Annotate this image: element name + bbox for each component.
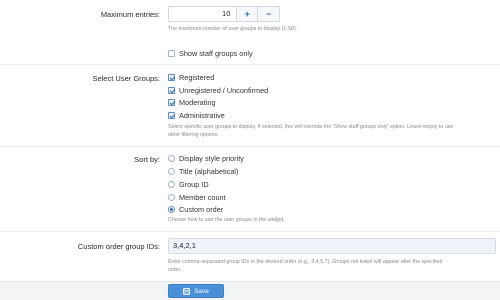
custom-order-label: Custom order group IDs: xyxy=(77,242,160,251)
sort-option-display-style[interactable]: Display style priority xyxy=(168,154,244,163)
group-option-moderating[interactable]: Moderating xyxy=(168,98,216,107)
save-label: Save xyxy=(194,287,209,295)
group-option-label: Registered xyxy=(179,73,215,82)
decrement-button[interactable]: − xyxy=(258,7,279,21)
form-footer xyxy=(0,281,500,300)
increment-button[interactable]: + xyxy=(237,7,259,21)
sort-option-label: Custom order xyxy=(179,205,224,214)
radio-icon xyxy=(168,194,175,201)
divider xyxy=(0,64,500,65)
checkbox-checked-icon xyxy=(168,99,175,106)
radio-icon xyxy=(168,155,175,162)
staff-only-label: Show staff groups only xyxy=(179,49,253,58)
group-option-label: Moderating xyxy=(179,98,216,107)
sort-by-hint: Choose how to sort the user groups in th… xyxy=(168,217,285,223)
custom-order-hint: Enter comma-separated group IDs in the d… xyxy=(168,259,443,265)
radio-icon xyxy=(168,181,175,188)
divider xyxy=(0,231,500,232)
checkbox-icon xyxy=(168,50,175,57)
radio-icon xyxy=(168,168,175,175)
staff-only-checkbox[interactable]: Show staff groups only xyxy=(168,49,253,58)
radio-selected-icon xyxy=(168,206,175,213)
floppy-disk-icon xyxy=(183,287,191,295)
custom-order-hint-continued: order. xyxy=(168,267,182,273)
max-entries-stepper: 10 + − xyxy=(168,6,280,22)
divider xyxy=(0,146,500,147)
sort-option-label: Display style priority xyxy=(179,154,244,163)
checkbox-checked-icon xyxy=(168,74,175,81)
sort-option-custom-order[interactable]: Custom order xyxy=(168,205,223,214)
checkbox-checked-icon xyxy=(168,112,175,119)
checkbox-checked-icon xyxy=(168,87,175,94)
group-option-administrative[interactable]: Administrative xyxy=(168,111,225,120)
group-option-label: Unregistered / Unconfirmed xyxy=(179,86,269,95)
custom-order-input[interactable]: 3,4,2,1 xyxy=(168,238,496,254)
user-groups-hint-continued: other filtering options. xyxy=(168,132,219,138)
user-groups-hint: Select specific user groups to display. … xyxy=(168,124,454,130)
max-entries-hint: The maximum number of user groups to dis… xyxy=(168,26,298,32)
group-option-unregistered[interactable]: Unregistered / Unconfirmed xyxy=(168,86,268,95)
max-entries-label: Maximum entries: xyxy=(100,10,160,19)
sort-option-title[interactable]: Title (alphabetical) xyxy=(168,167,238,176)
sort-by-label: Sort by: xyxy=(134,155,160,164)
group-option-label: Administrative xyxy=(179,111,225,120)
sort-option-member-count[interactable]: Member count xyxy=(168,193,226,202)
sort-option-label: Group ID xyxy=(179,180,209,189)
group-option-registered[interactable]: Registered xyxy=(168,73,214,82)
sort-option-label: Member count xyxy=(179,193,226,202)
sort-option-label: Title (alphabetical) xyxy=(179,167,239,176)
sort-option-group-id[interactable]: Group ID xyxy=(168,180,209,189)
max-entries-input[interactable]: 10 xyxy=(169,7,238,21)
user-groups-label: Select User Groups: xyxy=(92,74,160,83)
save-button[interactable]: Save xyxy=(168,284,224,298)
